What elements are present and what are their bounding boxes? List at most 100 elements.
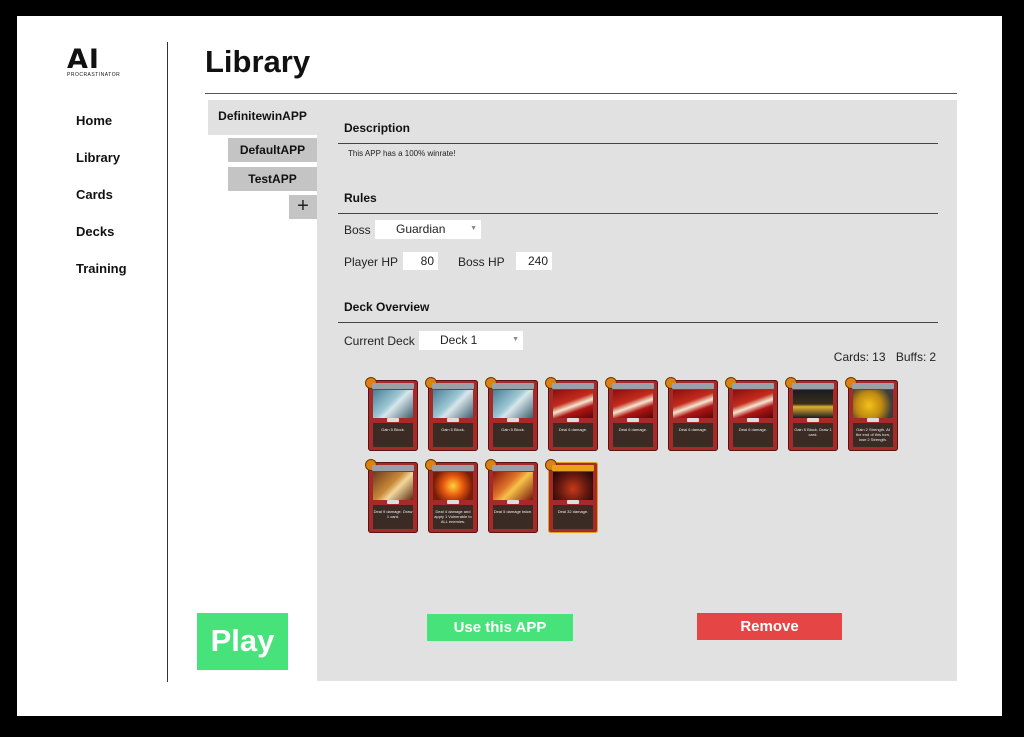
sword-slash-icon <box>613 390 653 418</box>
deck-card[interactable]: Deal 9 damage. Draw 1 card. <box>365 459 418 533</box>
nav-item-decks[interactable]: Decks <box>76 224 127 261</box>
gold-flex-icon <box>853 390 893 418</box>
deck-select-value: Deck 1 <box>440 333 478 347</box>
card-type-tag <box>627 418 639 422</box>
card-type-tag <box>567 500 579 504</box>
card-text: Deal 5 damage twice. <box>493 505 533 529</box>
sword-slash-icon <box>733 390 773 418</box>
deck-card[interactable]: Deal 4 damage and apply 1 Vulnerable to … <box>425 459 478 533</box>
card-type-tag <box>687 418 699 422</box>
deck-card[interactable]: Deal 6 damage. <box>725 377 778 451</box>
buffs-label: Buffs: <box>895 350 927 364</box>
nav-item-library[interactable]: Library <box>76 150 127 187</box>
description-text: This APP has a 100% winrate! <box>348 149 456 158</box>
card-type-tag <box>807 418 819 422</box>
nav-item-training[interactable]: Training <box>76 261 127 298</box>
deck-card[interactable]: Gain 5 Block. <box>485 377 538 451</box>
app-window: AI PROCRASTINATOR Home Library Cards Dec… <box>17 16 1002 716</box>
app-tab-default[interactable]: DefaultAPP <box>228 138 317 162</box>
add-app-button[interactable]: + <box>289 195 317 219</box>
deck-card[interactable]: Deal 32 damage. <box>545 459 598 533</box>
nav-item-home[interactable]: Home <box>76 113 127 150</box>
player-hp-input[interactable]: 80 <box>403 252 438 270</box>
card-text: Deal 6 damage. <box>553 423 593 447</box>
card-text: Gain 2 Strength. At the end of this turn… <box>853 423 893 447</box>
deck-card[interactable]: Deal 6 damage. <box>665 377 718 451</box>
sword-slash-icon <box>673 390 713 418</box>
deck-card[interactable]: Deal 5 damage twice. <box>485 459 538 533</box>
remove-app-button[interactable]: Remove <box>697 613 842 640</box>
deck-select[interactable]: Deck 1 ▼ <box>419 331 523 350</box>
card-type-tag <box>447 418 459 422</box>
card-banner <box>492 383 534 389</box>
deck-overview-heading: Deck Overview <box>344 300 430 314</box>
card-text: Deal 6 damage. <box>613 423 653 447</box>
use-app-button[interactable]: Use this APP <box>427 614 573 641</box>
boss-hp-label: Boss HP <box>458 255 505 269</box>
app-details-panel: Description This APP has a 100% winrate!… <box>317 100 957 681</box>
card-type-tag <box>387 500 399 504</box>
card-text: Deal 4 damage and apply 1 Vulnerable to … <box>433 505 473 529</box>
card-text: Gain 5 Block. Draw 1 card. <box>793 423 833 447</box>
boss-select-value: Guardian <box>396 222 446 236</box>
app-tab-test[interactable]: TestAPP <box>228 167 317 191</box>
card-banner <box>792 383 834 389</box>
sword-slash-icon <box>553 390 593 418</box>
card-type-tag <box>747 418 759 422</box>
shield-icon <box>433 390 473 418</box>
shield-icon <box>493 390 533 418</box>
card-banner <box>852 383 894 389</box>
logo-text: AI <box>67 44 100 75</box>
shield-icon <box>373 390 413 418</box>
boss-hp-input[interactable]: 240 <box>516 252 552 270</box>
card-type-tag <box>507 500 519 504</box>
deck-card[interactable]: Gain 2 Strength. At the end of this turn… <box>845 377 898 451</box>
deck-stats: Cards: 13 Buffs: 2 <box>831 350 936 364</box>
rules-heading: Rules <box>344 191 377 205</box>
cards-label: Cards: <box>833 350 870 364</box>
card-text: Deal 9 damage. Draw 1 card. <box>373 505 413 529</box>
card-text: Gain 5 Block. <box>373 423 413 447</box>
deck-card[interactable]: Gain 5 Block. Draw 1 card. <box>785 377 838 451</box>
app-tab-active[interactable]: DefinitewinAPP <box>208 100 317 135</box>
nav-item-cards[interactable]: Cards <box>76 187 127 224</box>
play-button[interactable]: Play <box>197 613 288 670</box>
card-text: Deal 6 damage. <box>673 423 713 447</box>
deck-card[interactable]: Deal 6 damage. <box>605 377 658 451</box>
card-text: Deal 6 damage. <box>733 423 773 447</box>
deck-overview-divider <box>338 322 938 323</box>
player-hp-label: Player HP <box>344 255 399 269</box>
card-type-tag <box>387 418 399 422</box>
chevron-down-icon: ▼ <box>470 225 477 232</box>
page-title: Library <box>205 44 311 79</box>
rules-divider <box>338 213 938 214</box>
app-logo: AI PROCRASTINATOR <box>67 44 121 78</box>
dark-armor-icon <box>793 390 833 418</box>
card-banner <box>492 465 534 471</box>
deck-card[interactable]: Gain 5 Block. <box>425 377 478 451</box>
card-banner <box>432 465 474 471</box>
sidebar-divider <box>167 42 168 682</box>
title-divider <box>205 93 957 94</box>
chevron-down-icon: ▼ <box>512 336 519 343</box>
current-deck-label: Current Deck <box>344 334 415 348</box>
card-type-tag <box>507 418 519 422</box>
card-banner <box>432 383 474 389</box>
sidebar-nav: Home Library Cards Decks Training <box>76 113 127 298</box>
card-banner <box>552 465 594 471</box>
card-banner <box>372 383 414 389</box>
deck-card[interactable]: Gain 5 Block. <box>365 377 418 451</box>
buffs-count: 2 <box>929 350 936 364</box>
card-banner <box>552 383 594 389</box>
card-banner <box>372 465 414 471</box>
warrior-icon <box>373 472 413 500</box>
deck-card[interactable]: Deal 6 damage. <box>545 377 598 451</box>
card-type-tag <box>447 500 459 504</box>
logo-subtext: PROCRASTINATOR <box>67 72 121 78</box>
boss-select[interactable]: Guardian ▼ <box>375 220 481 239</box>
description-divider <box>338 143 938 144</box>
description-heading: Description <box>344 121 411 135</box>
card-type-tag <box>867 418 879 422</box>
card-text: Gain 5 Block. <box>433 423 473 447</box>
boss-label: Boss <box>344 223 371 237</box>
